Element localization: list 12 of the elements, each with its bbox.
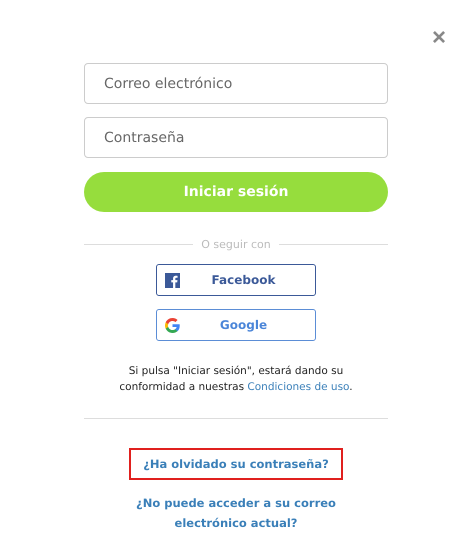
terms-text: Si pulsa "Iniciar sesión", estará dando su conformidad a nuestras Condiciones de uso. bbox=[118, 364, 354, 395]
input-field[interactable]: Correo electrónico bbox=[84, 63, 388, 104]
close-button[interactable]: × bbox=[432, 26, 446, 50]
terms-link[interactable]: Condiciones de uso bbox=[247, 381, 350, 393]
social-login-button[interactable]: Facebook bbox=[156, 264, 316, 296]
divider-label: O seguir con bbox=[201, 238, 271, 251]
input-field[interactable]: Contraseña bbox=[84, 117, 388, 158]
help-link[interactable]: ¿Ha olvidado su contraseña? bbox=[129, 448, 343, 480]
help-link[interactable]: ¿No puede acceder a su correo electrónico actual? bbox=[121, 489, 351, 537]
google-icon bbox=[165, 318, 180, 332]
facebook-icon bbox=[165, 272, 180, 288]
social-login-button[interactable]: Google bbox=[156, 309, 316, 341]
